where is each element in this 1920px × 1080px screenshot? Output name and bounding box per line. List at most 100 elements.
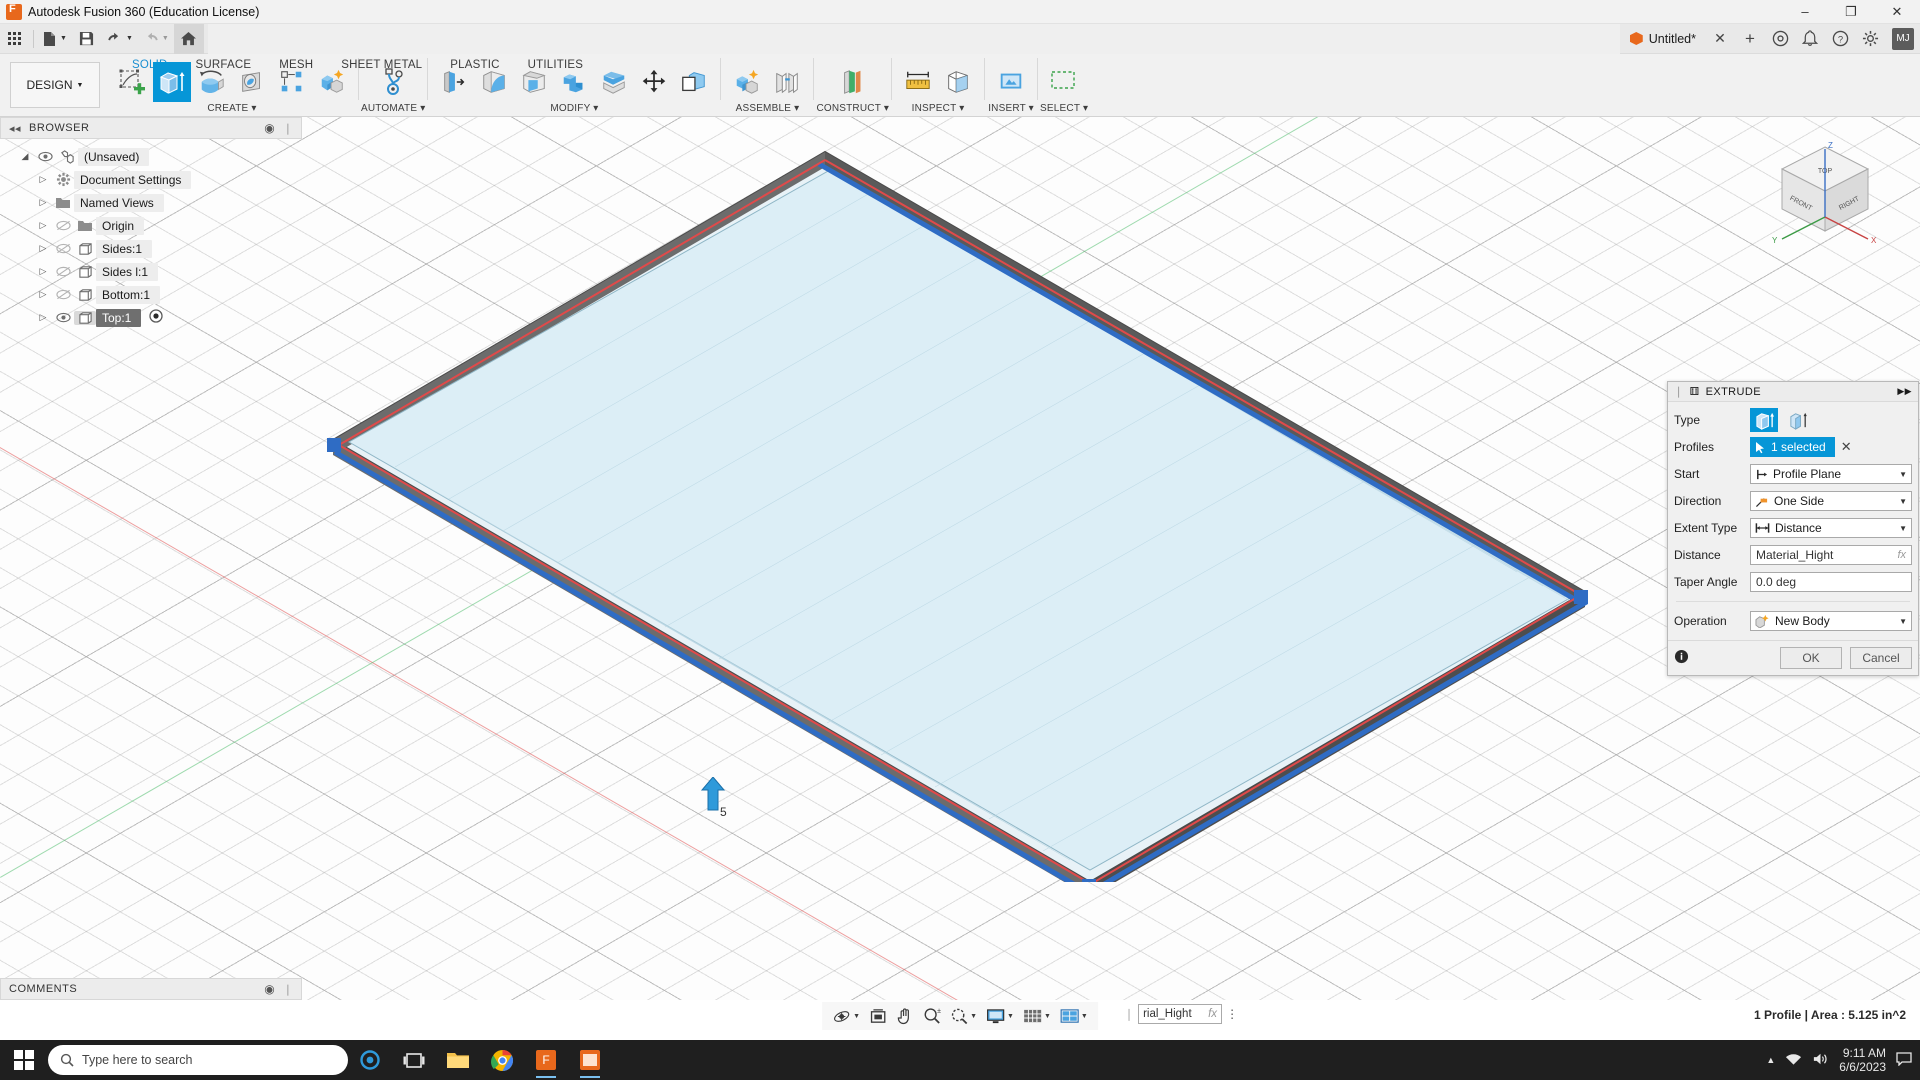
pattern-button[interactable]	[273, 62, 311, 102]
dialog-grip-icon[interactable]: ❘	[1674, 385, 1684, 398]
look-at-tool[interactable]	[865, 1004, 891, 1028]
panel-resize-handle[interactable]: ❘	[283, 122, 293, 135]
generative-design-button[interactable]	[374, 62, 412, 102]
close-button[interactable]: ✕	[1874, 0, 1920, 24]
ok-button[interactable]: OK	[1780, 647, 1842, 669]
grid-and-snaps[interactable]: ▼	[1019, 1004, 1055, 1028]
visibility-eye-hidden-icon[interactable]	[52, 243, 74, 254]
expander-icon[interactable]: ▷	[34, 174, 52, 185]
document-close-icon[interactable]: ✕	[1706, 26, 1734, 52]
expander-icon[interactable]: ▷	[34, 289, 52, 300]
fusion360-icon[interactable]: F	[524, 1040, 568, 1080]
save-icon[interactable]	[72, 24, 102, 54]
start-dropdown[interactable]: Profile Plane ▼	[1750, 464, 1912, 484]
expander-icon[interactable]: ▷	[34, 243, 52, 254]
panel-select-label[interactable]: SELECT ▾	[1040, 102, 1088, 116]
offset-plane-button[interactable]	[834, 62, 872, 102]
expander-icon[interactable]: ▷	[34, 197, 52, 208]
panel-automate-label[interactable]: AUTOMATE ▾	[361, 102, 425, 116]
panel-resize-handle[interactable]: ❘	[283, 983, 293, 996]
panel-insert-label[interactable]: INSERT ▾	[988, 102, 1034, 116]
parameter-input[interactable]: rial_Hight fx	[1138, 1004, 1223, 1024]
tree-item-document-settings[interactable]: ▷ Document Settings	[0, 168, 302, 191]
panel-settings-icon[interactable]: ◉	[264, 121, 275, 135]
panel-create-label[interactable]: CREATE ▾	[207, 102, 256, 116]
redo-icon[interactable]: ▼	[138, 24, 174, 54]
extrude-solid-icon[interactable]	[1750, 408, 1778, 432]
volume-icon[interactable]	[1812, 1052, 1829, 1069]
press-pull-button[interactable]	[435, 62, 473, 102]
zoom-tool[interactable]: ±	[919, 1004, 945, 1028]
create-more-button[interactable]	[313, 62, 351, 102]
tree-item-top-1[interactable]: ▷ Top:1	[0, 306, 302, 329]
extrude-thin-icon[interactable]	[1784, 408, 1812, 432]
double-chevron-right-icon[interactable]: ▶▶	[1897, 386, 1912, 397]
panel-construct-label[interactable]: CONSTRUCT ▾	[816, 102, 889, 116]
add-tab-icon[interactable]: +	[1736, 26, 1764, 52]
tree-item-named-views[interactable]: ▷ Named Views	[0, 191, 302, 214]
new-component-button[interactable]	[728, 62, 766, 102]
tree-item-radio-icon[interactable]	[149, 309, 164, 326]
notification-icon[interactable]	[1896, 1051, 1912, 1069]
fusion360-window-icon[interactable]	[568, 1040, 612, 1080]
visibility-eye-hidden-icon[interactable]	[52, 266, 74, 277]
profiles-clear-icon[interactable]: ✕	[1841, 439, 1852, 455]
model-plate[interactable]	[325, 142, 1590, 882]
view-cube[interactable]: TOP FRONT RIGHT Z X Y	[1770, 139, 1880, 249]
tree-item-unsaved[interactable]: ◢ (Unsaved)	[0, 145, 302, 168]
visibility-eye-icon[interactable]	[52, 312, 74, 323]
revolve-button[interactable]	[193, 62, 231, 102]
fx-icon[interactable]: fx	[1897, 549, 1906, 561]
extrude-dialog-header[interactable]: ❘ ⚅ EXTRUDE ▶▶	[1668, 382, 1918, 402]
panel-assemble-label[interactable]: ASSEMBLE ▾	[736, 102, 800, 116]
tree-item-bottom-1[interactable]: ▷ Bottom:1	[0, 283, 302, 306]
taper-angle-input[interactable]: 0.0 deg	[1750, 572, 1912, 592]
profiles-selection-button[interactable]: 1 selected	[1750, 437, 1835, 457]
panel-settings-icon[interactable]: ◉	[264, 982, 275, 996]
operation-dropdown[interactable]: New Body ▼	[1750, 611, 1912, 631]
gear-icon[interactable]	[1856, 26, 1884, 52]
distance-input[interactable]: Material_Hight fx	[1750, 545, 1912, 565]
panel-inspect-label[interactable]: INSPECT ▾	[912, 102, 965, 116]
extensions-icon[interactable]	[1766, 26, 1794, 52]
tree-item-sides-l-1[interactable]: ▷ Sides l:1	[0, 260, 302, 283]
cortana-icon[interactable]	[348, 1040, 392, 1080]
expander-icon[interactable]: ▷	[34, 266, 52, 277]
select-tool-button[interactable]	[1045, 62, 1083, 102]
direction-dropdown[interactable]: One Side ▼	[1750, 491, 1912, 511]
undo-icon[interactable]: ▼	[102, 24, 138, 54]
workspace-switcher[interactable]: DESIGN ▼	[10, 62, 100, 108]
expander-icon[interactable]: ◢	[16, 151, 34, 162]
clock[interactable]: 9:11 AM 6/6/2023	[1839, 1046, 1886, 1074]
pan-tool[interactable]	[892, 1004, 918, 1028]
shell-button[interactable]	[515, 62, 553, 102]
move-copy-button[interactable]	[635, 62, 673, 102]
fx-icon[interactable]: fx	[1208, 1008, 1217, 1020]
tree-item-sides-1[interactable]: ▷ Sides:1	[0, 237, 302, 260]
align-button[interactable]	[675, 62, 713, 102]
display-settings[interactable]: ▼	[982, 1004, 1018, 1028]
network-icon[interactable]	[1785, 1052, 1802, 1069]
minimize-button[interactable]: –	[1782, 0, 1828, 24]
search-input[interactable]: Type here to search	[48, 1045, 348, 1075]
avatar[interactable]: MJ	[1892, 27, 1914, 50]
new-document-icon[interactable]: ▼	[37, 24, 72, 54]
parameter-grip-icon[interactable]: ❘	[1124, 1007, 1134, 1021]
fit-tool[interactable]: ▼	[946, 1004, 981, 1028]
extent-type-dropdown[interactable]: Distance ▼	[1750, 518, 1912, 538]
info-icon[interactable]	[1674, 649, 1689, 667]
tray-expand-icon[interactable]: ▲	[1766, 1055, 1775, 1065]
more-vertical-icon[interactable]: ⋮	[1226, 1007, 1238, 1021]
minus-circle-icon[interactable]: ⚅	[1690, 385, 1700, 398]
extrude-button[interactable]	[153, 62, 191, 102]
document-tab[interactable]: Untitled*	[1620, 32, 1706, 46]
fillet-button[interactable]	[475, 62, 513, 102]
maximize-button[interactable]: ❐	[1828, 0, 1874, 24]
app-grid-icon[interactable]	[0, 24, 30, 54]
windows-start-icon[interactable]	[0, 1040, 48, 1080]
measure-button[interactable]	[899, 62, 937, 102]
sweep-button[interactable]	[233, 62, 271, 102]
help-icon[interactable]: ?	[1826, 26, 1854, 52]
visibility-eye-hidden-icon[interactable]	[52, 289, 74, 300]
visibility-eye-icon[interactable]	[34, 151, 56, 162]
